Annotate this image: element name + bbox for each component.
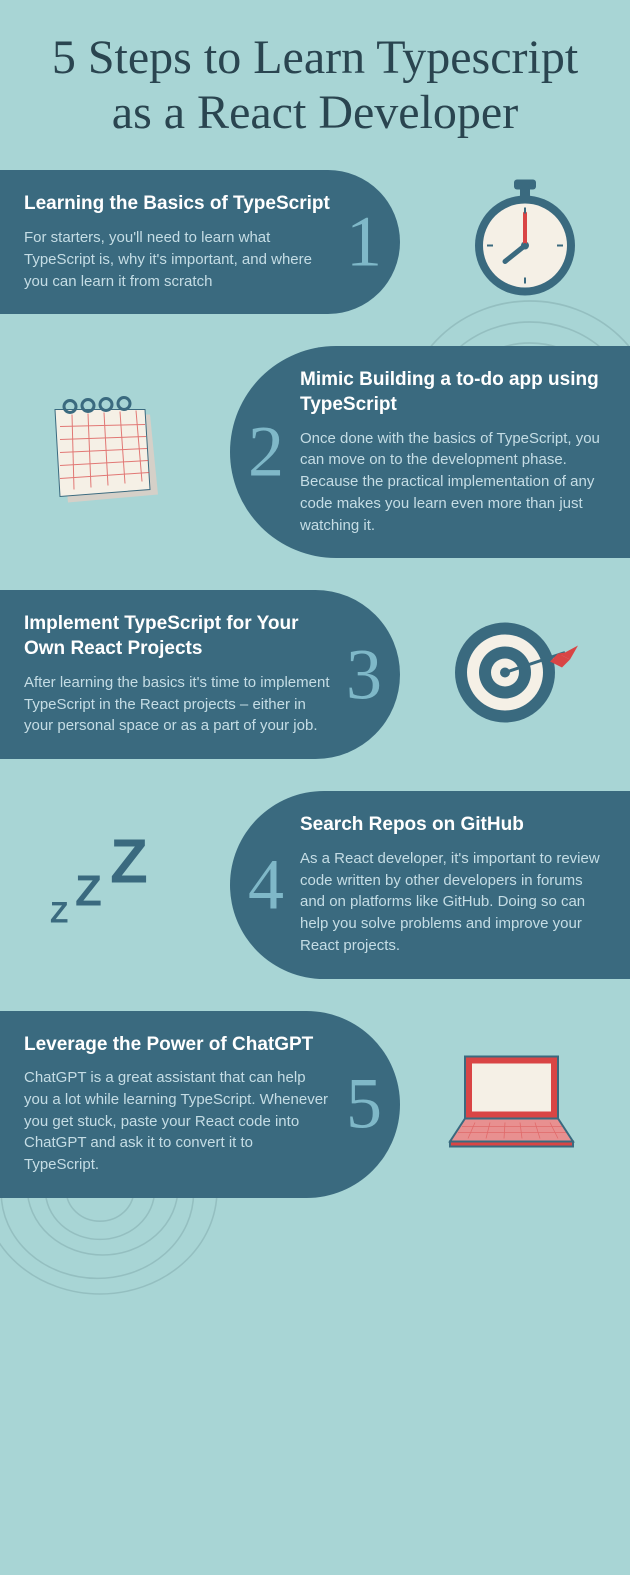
steps-list: Learning the Basics of TypeScript For st… [0,140,630,1198]
step-number: 3 [346,633,382,716]
step-title: Implement TypeScript for Your Own React … [24,612,330,661]
step-number: 4 [248,843,284,926]
step-5: Leverage the Power of ChatGPT ChatGPT is… [0,1011,630,1198]
step-card: Implement TypeScript for Your Own React … [0,590,400,759]
svg-text:Z: Z [110,827,148,896]
step-card: 2 Mimic Building a to-do app using TypeS… [230,346,630,558]
step-number: 5 [346,1063,382,1146]
step-title: Learning the Basics of TypeScript [24,192,330,217]
step-body: After learning the basics it's time to i… [24,672,330,737]
svg-text:Z: Z [75,866,102,915]
step-1: Learning the Basics of TypeScript For st… [0,170,630,314]
step-body: For starters, you'll need to learn what … [24,227,330,292]
step-number: 1 [346,201,382,284]
stopwatch-icon [470,180,580,305]
sleep-icon: ZZZ [40,827,180,942]
step-card: Learning the Basics of TypeScript For st… [0,170,400,314]
calendar-icon [40,385,170,520]
step-4: ZZZ 4 Search Repos on GitHub As a React … [0,791,630,978]
target-icon [450,617,580,732]
step-title: Mimic Building a to-do app using TypeScr… [300,368,606,417]
step-title: Search Repos on GitHub [300,813,606,838]
step-title: Leverage the Power of ChatGPT [24,1033,330,1058]
step-number: 2 [248,411,284,494]
step-body: ChatGPT is a great assistant that can he… [24,1067,330,1176]
step-card: 4 Search Repos on GitHub As a React deve… [230,791,630,978]
step-2: 2 Mimic Building a to-do app using TypeS… [0,346,630,558]
step-body: Once done with the basics of TypeScript,… [300,428,606,537]
svg-text:Z: Z [50,896,68,929]
step-body: As a React developer, it's important to … [300,848,606,957]
step-card: Leverage the Power of ChatGPT ChatGPT is… [0,1011,400,1198]
laptop-icon [440,1047,580,1162]
page-title: 5 Steps to Learn Typescript as a React D… [0,0,630,140]
step-3: Implement TypeScript for Your Own React … [0,590,630,759]
